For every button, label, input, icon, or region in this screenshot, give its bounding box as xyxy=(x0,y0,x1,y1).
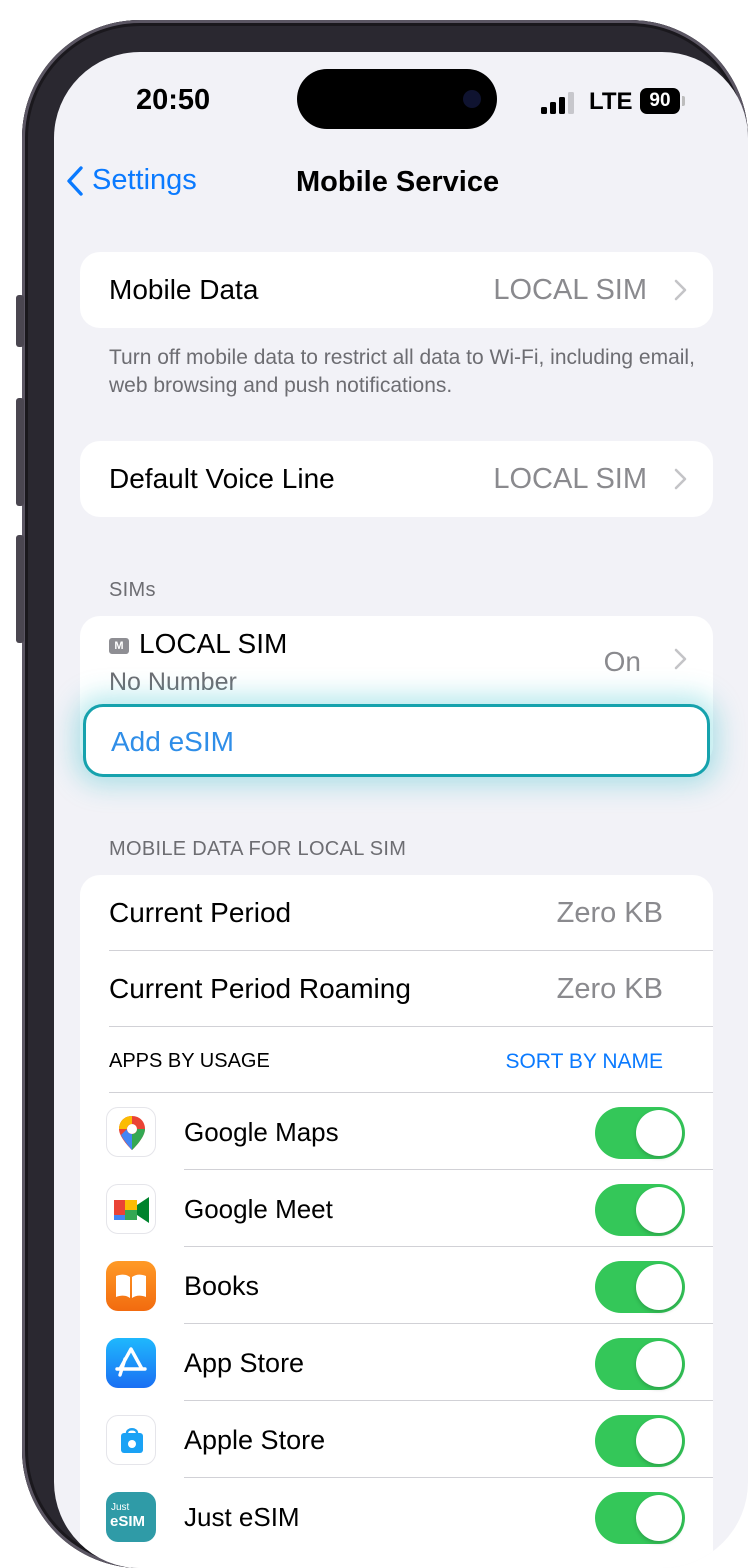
roaming-value: Zero KB xyxy=(556,972,663,1005)
camera-icon xyxy=(463,90,481,108)
just-esim-toggle[interactable] xyxy=(595,1492,685,1544)
mobile-data-value: LOCAL SIM xyxy=(493,273,647,306)
google-maps-toggle[interactable] xyxy=(595,1107,685,1159)
sims-header: SIMs xyxy=(109,579,156,601)
status-bar: 20:50 LTE 90 xyxy=(54,52,748,152)
apple-store-toggle[interactable] xyxy=(595,1415,685,1467)
add-esim-label: Add eSIM xyxy=(111,726,234,757)
books-icon xyxy=(106,1261,156,1311)
chevron-left-icon xyxy=(67,165,83,196)
apps-usage-header-row: APPS BY USAGE SORT BY NAME xyxy=(80,1027,713,1093)
mobile-data-group: Mobile Data LOCAL SIM xyxy=(80,252,713,328)
volume-up-button xyxy=(16,398,24,506)
battery-tip xyxy=(682,96,685,106)
action-button xyxy=(16,295,24,347)
status-time: 20:50 xyxy=(136,84,211,116)
app-name: Just eSIM xyxy=(184,1502,300,1532)
app-store-icon xyxy=(106,1338,156,1388)
page-title: Mobile Service xyxy=(296,166,500,198)
app-name: Google Meet xyxy=(184,1194,333,1224)
current-period-label: Current Period xyxy=(109,897,292,928)
books-toggle[interactable] xyxy=(595,1261,685,1313)
sort-by-name-button[interactable]: SORT BY NAME xyxy=(505,1050,663,1074)
app-row-google-maps: Google Maps xyxy=(80,1093,713,1170)
back-button[interactable]: Settings xyxy=(66,164,197,197)
voice-line-group: Default Voice Line LOCAL SIM xyxy=(80,441,713,517)
local-sim-number: No Number xyxy=(109,668,237,696)
mobile-data-label: Mobile Data xyxy=(109,274,259,305)
chevron-right-icon xyxy=(674,648,687,670)
sim-tag-icon: M xyxy=(109,637,129,654)
default-voice-line-row[interactable]: Default Voice Line LOCAL SIM xyxy=(80,441,713,517)
app-store-toggle[interactable] xyxy=(595,1338,685,1390)
app-name: App Store xyxy=(184,1348,305,1378)
screen: 20:50 LTE 90 Settings Mobile Service Mob… xyxy=(54,52,748,1568)
app-row-just-esim: Just eSIM Just eSIM xyxy=(80,1478,713,1555)
add-esim-button[interactable]: Add eSIM xyxy=(83,704,710,777)
app-row-books: Books xyxy=(80,1247,713,1324)
icon-text-top: Just xyxy=(111,1502,130,1513)
volume-down-button xyxy=(16,535,24,643)
dynamic-island xyxy=(297,69,497,129)
app-name: Books xyxy=(184,1271,260,1301)
app-row-apple-store: Apple Store xyxy=(80,1401,713,1478)
local-sim-name: LOCAL SIM xyxy=(139,628,288,659)
chevron-right-icon xyxy=(674,468,687,490)
usage-group: Current Period Zero KB Current Period Ro… xyxy=(80,875,713,1568)
voice-line-value: LOCAL SIM xyxy=(493,462,647,495)
local-sim-status: On xyxy=(603,646,641,677)
network-type: LTE xyxy=(589,88,633,115)
app-row-google-meet: Google Meet xyxy=(80,1170,713,1247)
roaming-label: Current Period Roaming xyxy=(109,973,411,1004)
voice-line-label: Default Voice Line xyxy=(109,463,335,494)
current-period-row: Current Period Zero KB xyxy=(80,875,713,951)
google-meet-icon xyxy=(106,1184,156,1234)
signal-icon xyxy=(541,92,574,114)
apps-by-usage-label: APPS BY USAGE xyxy=(109,1050,270,1072)
google-meet-toggle[interactable] xyxy=(595,1184,685,1236)
app-name: Apple Store xyxy=(184,1425,326,1455)
battery-icon: 90 xyxy=(640,88,680,114)
apple-store-icon xyxy=(106,1415,156,1465)
app-name: Google Maps xyxy=(184,1117,339,1147)
navigation-bar: Settings Mobile Service xyxy=(54,152,748,214)
chevron-right-icon xyxy=(674,279,687,301)
current-period-value: Zero KB xyxy=(556,896,663,929)
google-maps-icon xyxy=(106,1107,156,1157)
app-row-app-store: App Store xyxy=(80,1324,713,1401)
roaming-row: Current Period Roaming Zero KB xyxy=(80,951,713,1027)
back-label: Settings xyxy=(92,164,197,196)
local-sim-row[interactable]: M LOCAL SIM No Number On xyxy=(80,616,713,702)
mobile-data-row[interactable]: Mobile Data LOCAL SIM xyxy=(80,252,713,328)
usage-header: MOBILE DATA FOR LOCAL SIM xyxy=(109,838,407,860)
mobile-data-footer: Turn off mobile data to restrict all dat… xyxy=(109,346,695,397)
just-esim-icon: Just eSIM xyxy=(106,1492,156,1542)
icon-text-bottom: eSIM xyxy=(110,1513,146,1530)
